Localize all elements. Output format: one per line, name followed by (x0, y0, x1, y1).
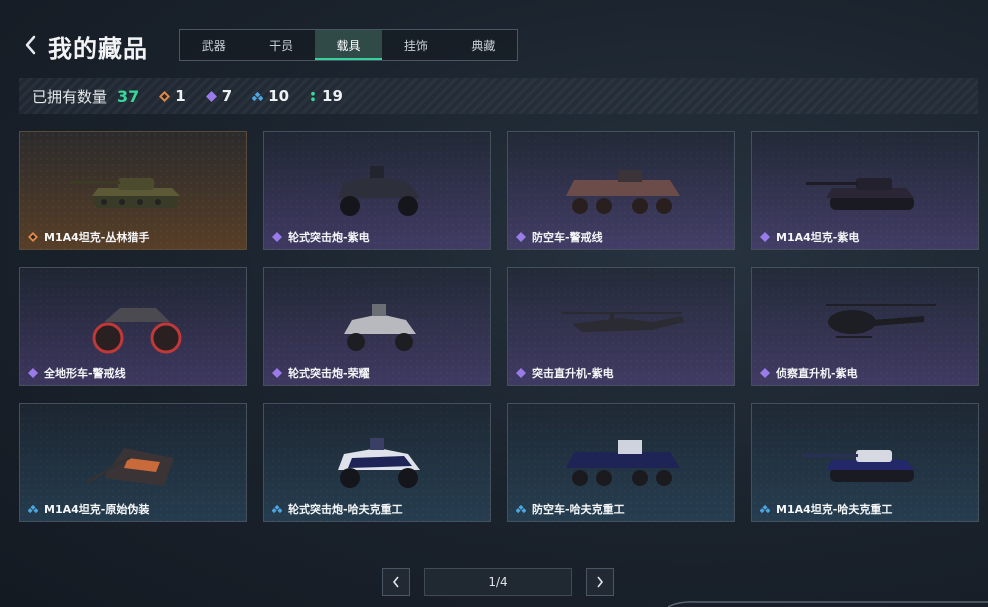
atv-icon (92, 308, 182, 354)
attack-helicopter-icon (562, 312, 684, 332)
aa-vehicle-icon (566, 170, 680, 214)
item-name: M1A4坦克-原始伪装 (28, 501, 149, 517)
blue-rarity-stat: 10 (252, 87, 289, 105)
purple-diamond-icon (516, 368, 526, 378)
tab-vehicles[interactable]: 载具 (314, 30, 383, 60)
tab-weapons[interactable]: 武器 (180, 30, 247, 60)
blue-count: 10 (268, 87, 290, 105)
tank-icon (806, 178, 914, 210)
chevron-left-icon (25, 35, 36, 55)
green-dots-icon (311, 91, 315, 101)
prev-page-button[interactable] (382, 568, 410, 596)
purple-diamond-icon (760, 232, 770, 242)
collection-item[interactable]: 突击直升机-紫电 (507, 267, 735, 386)
item-name: 轮式突击炮-紫电 (272, 229, 370, 245)
item-name: 全地形车-警戒线 (28, 365, 126, 381)
item-name: 防空车-哈夫克重工 (516, 501, 625, 517)
armored-car-icon (338, 438, 420, 488)
blue-diamond-icon (28, 504, 38, 514)
blue-diamond-icon (272, 504, 282, 514)
collection-item[interactable]: 轮式突击炮-荣耀 (263, 267, 491, 386)
purple-diamond-icon (272, 232, 282, 242)
chevron-right-icon (597, 576, 604, 588)
owned-count-total: 37 (117, 86, 140, 106)
orange-diamond-icon (28, 232, 38, 242)
item-name: 侦察直升机-紫电 (760, 365, 858, 381)
blue-diamond-icon (760, 504, 770, 514)
collection-item[interactable]: M1A4坦克-紫电 (751, 131, 979, 250)
owned-count-label: 已拥有数量 (32, 87, 108, 106)
green-rarity-stat: 19 (309, 87, 343, 105)
item-name: M1A4坦克-紫电 (760, 229, 859, 245)
collection-item[interactable]: 轮式突击炮-哈夫克重工 (263, 403, 491, 522)
blue-diamond-icon (516, 504, 526, 514)
purple-diamond-icon (28, 368, 38, 378)
item-name: 突击直升机-紫电 (516, 365, 614, 381)
scout-helicopter-icon (826, 304, 936, 338)
item-name: M1A4坦克-哈夫克重工 (760, 501, 892, 517)
armored-car-icon (338, 166, 420, 216)
collection-item[interactable]: 全地形车-警戒线 (19, 267, 247, 386)
page-indicator: 1/4 (424, 568, 572, 596)
purple-diamond-icon (272, 368, 282, 378)
orange-diamond-icon (159, 90, 171, 102)
collection-item[interactable]: M1A4坦克-丛林猎手 (19, 131, 247, 250)
item-name: 防空车-警戒线 (516, 229, 603, 245)
next-page-button[interactable] (586, 568, 614, 596)
purple-diamond-icon (205, 90, 217, 102)
item-name: 轮式突击炮-哈夫克重工 (272, 501, 403, 517)
owned-stats-bar: 已拥有数量 37 1 7 10 19 (19, 78, 978, 114)
collection-item[interactable]: 防空车-哈夫克重工 (507, 403, 735, 522)
green-count: 19 (322, 87, 343, 105)
pagination: 1/4 (382, 568, 614, 596)
collection-grid: M1A4坦克-丛林猎手 轮式突击炮-紫电 防空车-警戒线 M1A4坦克-紫电 全… (19, 131, 979, 522)
collection-item[interactable]: 侦察直升机-紫电 (751, 267, 979, 386)
purple-rarity-stat: 7 (205, 87, 233, 105)
tab-collection[interactable]: 典藏 (450, 30, 517, 60)
tab-operators[interactable]: 干员 (247, 30, 314, 60)
purple-diamond-icon (760, 368, 770, 378)
blue-diamond-icon (252, 91, 264, 101)
aa-vehicle-icon (566, 440, 680, 486)
tank-icon (804, 450, 914, 482)
collection-item[interactable]: 防空车-警戒线 (507, 131, 735, 250)
purple-diamond-icon (516, 232, 526, 242)
tab-charms[interactable]: 挂饰 (382, 30, 449, 60)
chevron-left-icon (392, 576, 399, 588)
tank-icon (86, 448, 174, 486)
orange-count: 1 (175, 87, 186, 105)
collection-item[interactable]: M1A4坦克-原始伪装 (19, 403, 247, 522)
category-tabs: 武器 干员 载具 挂饰 典藏 (179, 29, 518, 61)
orange-rarity-stat: 1 (159, 87, 186, 105)
purple-count: 7 (221, 87, 233, 105)
tank-icon (70, 178, 180, 208)
decorative-border-line (668, 601, 988, 607)
item-name: 轮式突击炮-荣耀 (272, 365, 370, 381)
page-title: 我的藏品 (48, 35, 148, 63)
armored-car-icon (344, 304, 416, 351)
collection-item[interactable]: 轮式突击炮-紫电 (263, 131, 491, 250)
item-name: M1A4坦克-丛林猎手 (28, 229, 149, 245)
collection-item[interactable]: M1A4坦克-哈夫克重工 (751, 403, 979, 522)
back-button[interactable] (20, 33, 40, 57)
